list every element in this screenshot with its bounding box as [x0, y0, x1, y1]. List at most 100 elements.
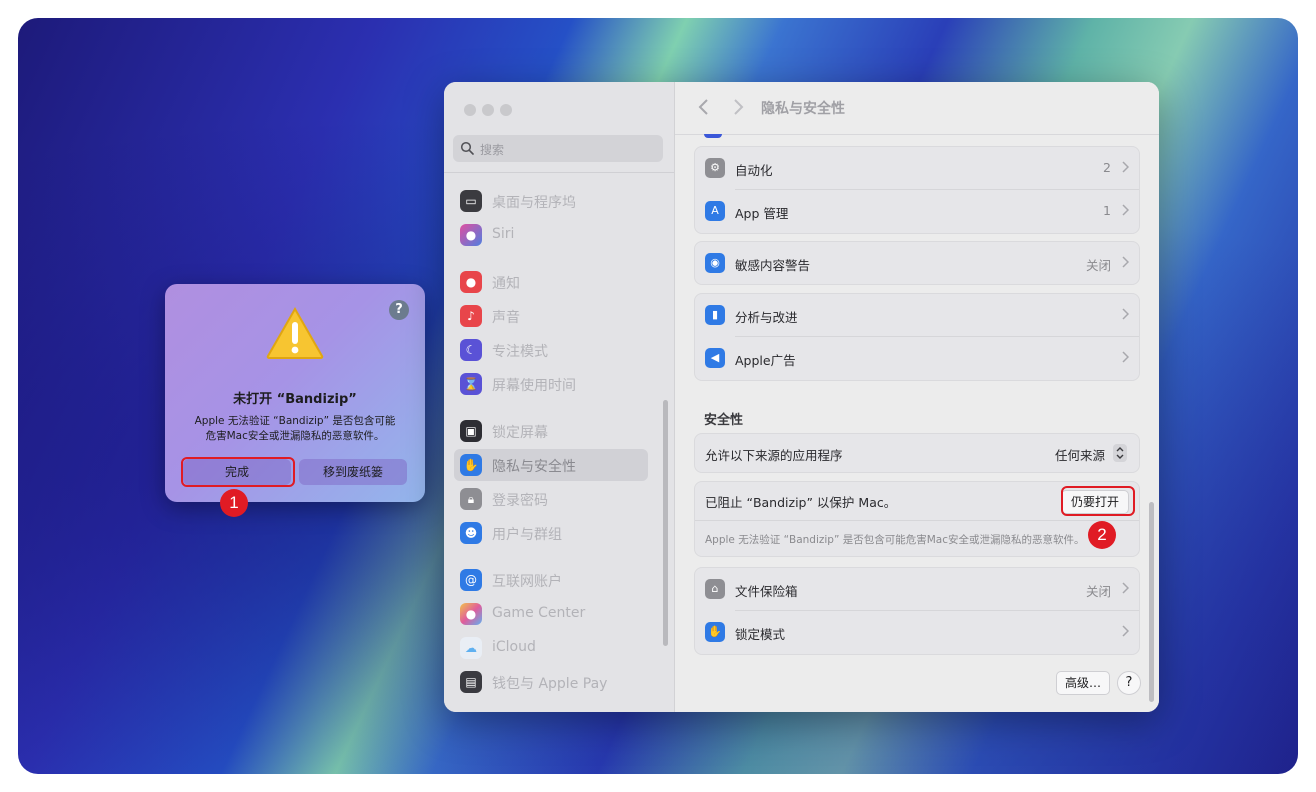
cloud-icon: ☁	[460, 637, 482, 659]
gamecenter-icon: ●	[460, 603, 482, 625]
step-badge-1: 1	[220, 489, 248, 517]
sidebar: 搜索 ▭ 桌面与程序坞 ● Siri ● 通知 ♪ 声音 ☾ 专注模式 ⌛ 屏幕…	[444, 82, 675, 712]
traffic-lights	[464, 101, 518, 120]
siri-icon: ●	[460, 224, 482, 246]
megaphone-icon: ◀	[705, 348, 725, 368]
blocked-app-description: Apple 无法验证 “Bandizip” 是否包含可能危害Mac安全或泄漏隐私…	[705, 534, 1085, 546]
padlock-icon: 🔒︎	[460, 488, 482, 510]
sidebar-item-label: Game Center	[492, 605, 586, 621]
sidebar-item-game-center[interactable]: ● Game Center	[454, 598, 648, 630]
moon-icon: ☾	[460, 339, 482, 361]
toolbar: 隐私与安全性	[675, 82, 1159, 135]
back-arrow-icon[interactable]	[697, 98, 711, 116]
content-scrollbar[interactable]	[1149, 502, 1154, 702]
sidebar-item-label: 专注模式	[492, 344, 548, 360]
row-value: 1	[1103, 203, 1111, 218]
highlight-ring-done	[181, 457, 295, 487]
sidebar-item-sound[interactable]: ♪ 声音	[454, 300, 648, 332]
sidebar-item-icloud[interactable]: ☁ iCloud	[454, 632, 648, 664]
chevron-right-icon	[1122, 161, 1129, 173]
advanced-button[interactable]: 高级…	[1056, 671, 1110, 695]
row-analytics[interactable]: ▮ 分析与改进	[695, 294, 1139, 336]
row-filevault[interactable]: ⌂ 文件保险箱 关闭	[695, 568, 1139, 610]
sidebar-item-notifications[interactable]: ● 通知	[454, 266, 648, 298]
sidebar-item-label: 锁定屏幕	[492, 425, 548, 441]
sidebar-item-lock-screen[interactable]: ▣ 锁定屏幕	[454, 415, 648, 447]
alert-message-line-1: Apple 无法验证 “Bandizip” 是否包含可能	[194, 415, 396, 427]
popup-stepper-icon[interactable]	[1113, 444, 1127, 462]
move-to-trash-button[interactable]: 移到废纸篓	[299, 459, 407, 485]
row-label: 允许以下来源的应用程序	[705, 448, 843, 463]
chevron-right-icon	[1122, 625, 1129, 637]
sidebar-item-login-password[interactable]: 🔒︎ 登录密码	[454, 483, 648, 515]
zoom-window-button[interactable]	[500, 104, 512, 116]
house-lock-icon: ⌂	[705, 579, 725, 599]
sidebar-divider	[444, 172, 674, 173]
row-value: 关闭	[1085, 584, 1111, 599]
hand-icon: ✋	[460, 454, 482, 476]
lock-icon: ▣	[460, 420, 482, 442]
chevron-right-icon	[1122, 256, 1129, 268]
alert-message-line-2: 危害Mac安全或泄漏隐私的恶意软件。	[205, 430, 385, 442]
minimize-window-button[interactable]	[482, 104, 494, 116]
page-title: 隐私与安全性	[761, 101, 845, 117]
row-value: 2	[1103, 160, 1111, 175]
row-label: 分析与改进	[735, 310, 798, 325]
permissions-group: ⚙ 自动化 2 A App 管理 1	[694, 146, 1140, 234]
filevault-lockdown-group: ⌂ 文件保险箱 关闭 ✋ 锁定模式	[694, 567, 1140, 655]
at-icon: @	[460, 569, 482, 591]
row-value: 关闭	[1085, 258, 1111, 273]
forward-arrow-icon[interactable]	[731, 98, 745, 116]
sidebar-item-wallet[interactable]: ▤ 钱包与 Apple Pay	[454, 666, 648, 698]
search-input[interactable]: 搜索	[453, 135, 663, 162]
close-window-button[interactable]	[464, 104, 476, 116]
sidebar-item-users-groups[interactable]: ☻ 用户与群组	[454, 517, 648, 549]
alert-help-button[interactable]: ?	[389, 300, 409, 320]
row-app-management[interactable]: A App 管理 1	[695, 190, 1139, 232]
sidebar-item-label: 通知	[492, 276, 520, 292]
row-apple-ads[interactable]: ◀ Apple广告	[695, 337, 1139, 379]
allow-sources-value[interactable]: 任何来源	[1055, 445, 1105, 464]
app-store-icon: A	[705, 201, 725, 221]
eye-warning-icon: ◉	[705, 253, 725, 273]
sidebar-item-label: Siri	[492, 226, 515, 242]
settings-window: 搜索 ▭ 桌面与程序坞 ● Siri ● 通知 ♪ 声音 ☾ 专注模式 ⌛ 屏幕…	[444, 82, 1159, 712]
security-section-title: 安全性	[704, 413, 744, 428]
highlight-ring-open-anyway	[1061, 486, 1135, 516]
row-sensitive-content[interactable]: ◉ 敏感内容警告 关闭	[695, 242, 1139, 284]
content-pane: 隐私与安全性 ⚙ 自动化 2 A App 管理 1 ◉ 敏感内容警告 关闭 ▮ …	[675, 82, 1159, 712]
step-badge-2: 2	[1088, 521, 1116, 549]
blocked-app-label: 已阻止 “Bandizip” 以保护 Mac。	[705, 495, 897, 510]
row-automation[interactable]: ⚙ 自动化 2	[695, 147, 1139, 189]
sidebar-item-label: 声音	[492, 310, 520, 326]
alert-title: 未打开 “Bandizip”	[233, 392, 357, 407]
search-icon	[460, 141, 474, 155]
sidebar-item-focus[interactable]: ☾ 专注模式	[454, 334, 648, 366]
sidebar-item-privacy-security[interactable]: ✋ 隐私与安全性	[454, 449, 648, 481]
scrolled-item-peek	[704, 134, 722, 138]
speaker-icon: ♪	[460, 305, 482, 327]
chevron-right-icon	[1122, 351, 1129, 363]
dock-icon: ▭	[460, 190, 482, 212]
row-lockdown-mode[interactable]: ✋ 锁定模式	[695, 611, 1139, 653]
sidebar-item-label: 钱包与 Apple Pay	[492, 676, 608, 692]
row-label: Apple广告	[735, 353, 796, 368]
hourglass-icon: ⌛	[460, 373, 482, 395]
row-label: 文件保险箱	[735, 584, 798, 599]
chevron-right-icon	[1122, 308, 1129, 320]
row-divider	[695, 520, 1139, 521]
sidebar-item-label: 用户与群组	[492, 527, 562, 543]
sidebar-item-screen-time[interactable]: ⌛ 屏幕使用时间	[454, 368, 648, 400]
help-button[interactable]: ?	[1117, 671, 1141, 695]
hand-icon: ✋	[705, 622, 725, 642]
sidebar-item-desktop-dock[interactable]: ▭ 桌面与程序坞	[454, 185, 648, 217]
sidebar-scrollbar[interactable]	[663, 400, 668, 646]
sidebar-item-siri[interactable]: ● Siri	[454, 219, 648, 251]
chevron-right-icon	[1122, 204, 1129, 216]
warning-icon	[266, 306, 324, 359]
sidebar-item-label: 登录密码	[492, 493, 548, 509]
sidebar-item-internet-accounts[interactable]: @ 互联网账户	[454, 564, 648, 596]
row-label: 锁定模式	[735, 627, 786, 642]
alert-message: Apple 无法验证 “Bandizip” 是否包含可能 危害Mac安全或泄漏隐…	[183, 414, 407, 444]
bell-icon: ●	[460, 271, 482, 293]
